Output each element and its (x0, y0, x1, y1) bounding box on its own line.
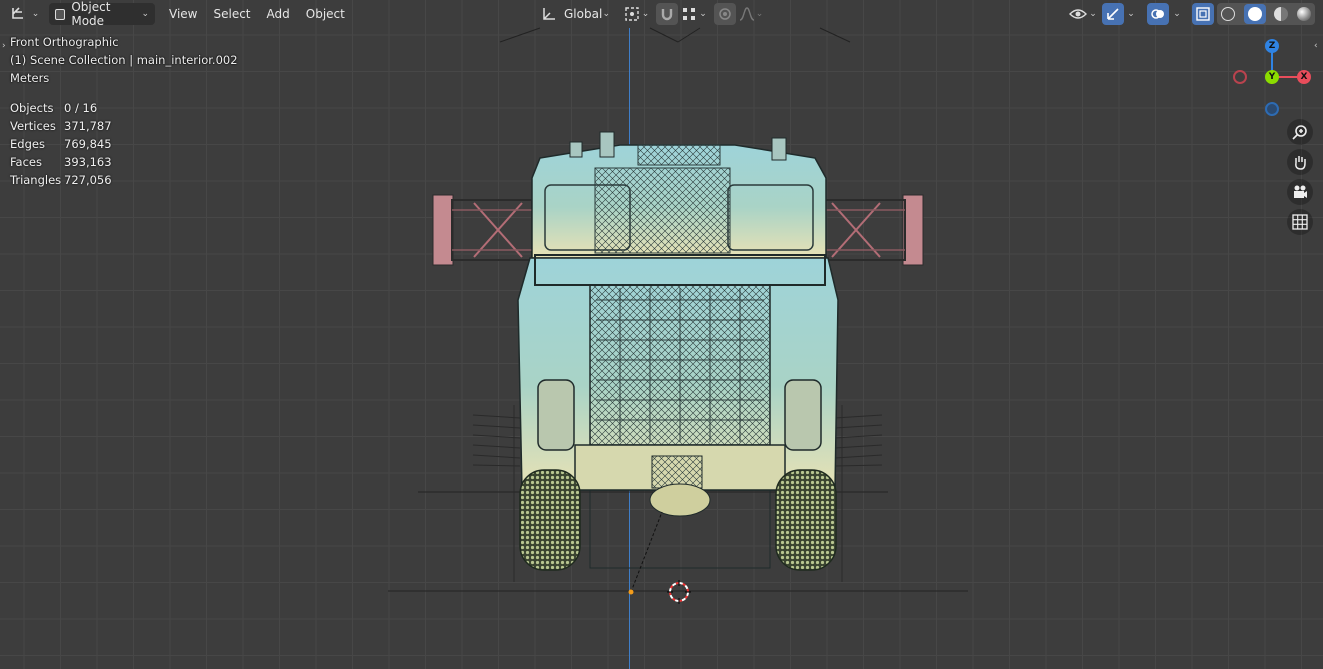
hand-pan-icon (1295, 156, 1306, 170)
stat-label: Vertices (10, 119, 56, 133)
stat-value: 371,787 (64, 119, 112, 133)
right-mirror-arm (824, 194, 924, 266)
gizmo-neg-z-axis[interactable] (1265, 102, 1279, 116)
wireframe-shading-icon[interactable] (1221, 7, 1236, 21)
stat-label: Edges (10, 137, 45, 151)
units-label: Meters (10, 71, 50, 85)
orientation-dropdown[interactable]: Global ⌄ (536, 3, 616, 25)
editor-type-button[interactable]: ⌄ (7, 3, 41, 25)
ortho-toggle-button[interactable] (1287, 209, 1313, 235)
xray-toggle-icon (1196, 7, 1210, 21)
chevron-down-icon: ⌄ (1173, 9, 1181, 19)
ortho-grid-icon (1292, 214, 1308, 230)
solid-shading-icon[interactable] (1243, 4, 1266, 24)
stat-row: Vertices 371,787 (10, 117, 112, 135)
snap-target-button[interactable]: ⌄ (680, 3, 710, 25)
zoom-button[interactable] (1287, 119, 1313, 145)
pan-button[interactable] (1287, 149, 1313, 175)
snap-toggle-button[interactable] (656, 3, 678, 25)
chevron-down-icon: ⌄ (602, 9, 610, 19)
stat-label: Triangles (10, 173, 62, 187)
rendered-shading-icon[interactable] (1296, 7, 1311, 21)
chevron-down-icon: ⌄ (31, 9, 40, 19)
stat-row: Objects 0 / 16 (10, 99, 112, 117)
snap-grid-icon (683, 8, 696, 20)
chevron-down-icon: ⌄ (1127, 9, 1135, 19)
gizmo-toggle-button[interactable] (1102, 3, 1124, 25)
falloff-dropdown[interactable]: ⌄ (737, 3, 765, 25)
xray-toggle-button[interactable] (1192, 3, 1214, 25)
menu-add[interactable]: Add (259, 3, 298, 25)
overlay-toggle-icon (1151, 9, 1164, 19)
eye-visibility-icon (1069, 9, 1088, 19)
mode-label: Object Mode (71, 0, 111, 28)
chevron-down-icon: ⌄ (141, 9, 149, 19)
menu-select[interactable]: Select (205, 3, 258, 25)
left-mirror-arm (432, 194, 533, 266)
3d-viewport[interactable] (0, 0, 1323, 669)
vehicle-model[interactable] (0, 0, 1323, 669)
gizmo-y-axis[interactable]: Y (1265, 70, 1279, 84)
collection-info: (1) Scene Collection | main_interior.002 (10, 53, 238, 67)
stat-row: Faces 393,163 (10, 153, 112, 171)
menu-view[interactable]: View (161, 3, 205, 25)
shading-mode-group (1217, 3, 1315, 25)
gizmo-toggle-icon (1107, 8, 1119, 20)
stat-label: Faces (10, 155, 42, 169)
transform-gizmo-icon (11, 7, 23, 19)
material-shading-icon[interactable] (1274, 7, 1289, 21)
proportional-edit-icon (719, 8, 731, 20)
object-cube-icon (55, 8, 66, 20)
chevron-down-icon: ⌄ (641, 9, 650, 19)
zoom-icon (1292, 125, 1307, 140)
pivot-point-button[interactable]: ⌄ (622, 3, 652, 25)
3d-cursor[interactable] (667, 580, 691, 604)
camera-view-icon (1294, 185, 1307, 198)
chevron-down-icon: ⌄ (699, 9, 707, 19)
orientation-label: Global (564, 7, 603, 21)
stat-value: 769,845 (64, 137, 112, 151)
stat-label: Objects (10, 101, 54, 115)
stat-row: Triangles 727,056 (10, 171, 112, 189)
gizmo-dropdown[interactable]: ⌄ (1124, 3, 1138, 25)
viewport-header: ⌄ Object Mode ⌄ View Select Add Object G… (0, 0, 1323, 28)
navigation-gizmo[interactable]: Z X Y (1228, 36, 1318, 118)
mode-dropdown[interactable]: Object Mode ⌄ (49, 0, 155, 28)
snap-magnet-icon (661, 9, 673, 21)
stat-row: Edges 769,845 (10, 135, 112, 153)
scene-statistics: Objects 0 / 16 Vertices 371,787 Edges 769,8… (10, 99, 112, 189)
chevron-down-icon: ⌄ (755, 9, 764, 19)
stat-value: 727,056 (64, 173, 112, 187)
stat-value: 0 / 16 (64, 101, 98, 115)
orientation-axes-icon (543, 8, 555, 20)
gizmo-z-axis[interactable]: Z (1265, 39, 1279, 53)
view-name: Front Orthographic (10, 35, 119, 49)
pivot-point-icon (625, 7, 639, 21)
falloff-curve-icon (739, 7, 754, 21)
gizmo-x-axis[interactable]: X (1297, 70, 1311, 84)
overlay-dropdown[interactable]: ⌄ (1170, 3, 1184, 25)
proportional-edit-button[interactable] (714, 3, 736, 25)
chevron-down-icon: ⌄ (1089, 9, 1097, 19)
toolbar-expand-arrow-icon[interactable]: › (2, 41, 6, 51)
gizmo-neg-x-axis[interactable] (1233, 70, 1247, 84)
stat-value: 393,163 (64, 155, 112, 169)
overlay-toggle-button[interactable] (1147, 3, 1169, 25)
menu-object[interactable]: Object (298, 3, 353, 25)
visibility-dropdown[interactable]: ⌄ (1066, 3, 1100, 25)
camera-view-button[interactable] (1287, 179, 1313, 205)
